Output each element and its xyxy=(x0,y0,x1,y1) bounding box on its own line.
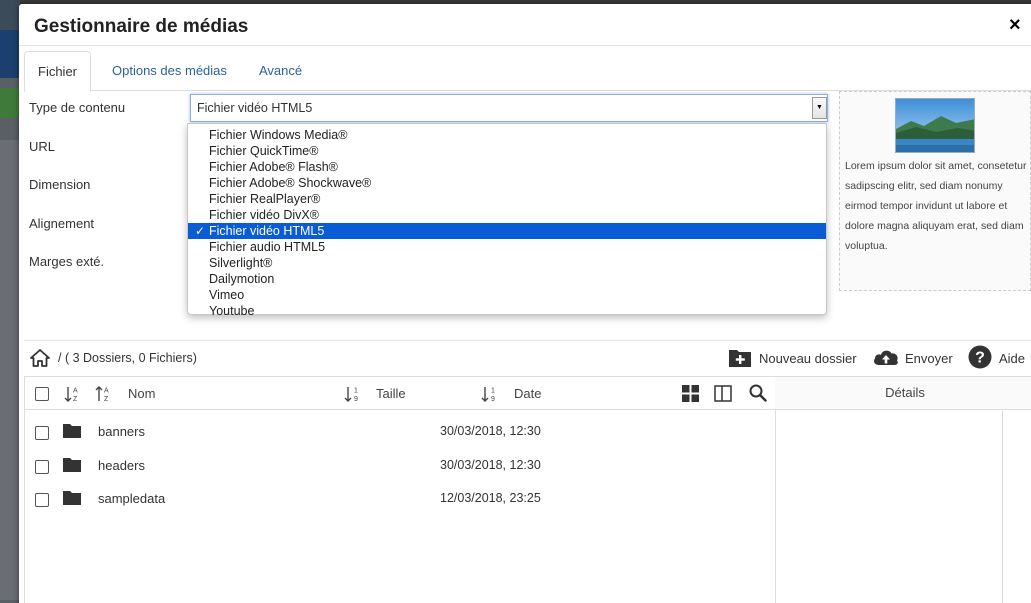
breadcrumb: / ( 3 Dossiers, 0 Fichiers) Nouveau doss… xyxy=(24,341,1031,377)
svg-text:1: 1 xyxy=(354,388,358,395)
svg-text:A: A xyxy=(104,388,109,395)
row-checkbox[interactable] xyxy=(35,426,49,440)
dropdown-option[interactable]: Fichier Windows Media® xyxy=(188,127,826,143)
check-icon: ✓ xyxy=(195,224,206,238)
sort-desc-icon[interactable]: A Z xyxy=(95,385,113,403)
dimension-label: Dimension xyxy=(29,177,91,192)
dropdown-option[interactable]: Fichier QuickTime® xyxy=(188,143,826,159)
folder-plus-icon xyxy=(729,350,751,367)
dropdown-option[interactable]: Fichier RealPlayer® xyxy=(188,191,826,207)
new-folder-label: Nouveau dossier xyxy=(759,351,857,366)
dropdown-option[interactable]: Fichier audio HTML5 xyxy=(188,239,826,255)
svg-text:?: ? xyxy=(975,350,985,367)
details-title: Détails xyxy=(885,385,925,400)
dropdown-option[interactable]: Fichier Adobe® Shockwave® xyxy=(188,175,826,191)
tab-bar: Fichier Options des médias Avancé xyxy=(24,51,1031,92)
details-header: Détails xyxy=(775,377,1031,410)
details-panel: Détails xyxy=(775,376,1031,603)
media-manager-dialog: Gestionnaire de médias × Fichier Options… xyxy=(19,4,1031,603)
file-name: banners xyxy=(98,424,145,439)
details-divider xyxy=(1002,410,1003,603)
background-page xyxy=(0,0,20,603)
file-name: sampledata xyxy=(98,491,166,506)
tab-fichier[interactable]: Fichier xyxy=(24,51,92,92)
folder-icon xyxy=(63,424,81,438)
media-preview: Lorem ipsum dolor sit amet, consetetur s… xyxy=(839,91,1031,291)
background-strip xyxy=(0,88,20,118)
home-icon[interactable] xyxy=(30,348,50,368)
svg-text:9: 9 xyxy=(354,396,358,403)
sort-numeric-icon[interactable]: 1 9 xyxy=(481,385,499,403)
file-date: 30/03/2018, 12:30 xyxy=(440,424,541,438)
margins-label: Marges exté. xyxy=(29,254,105,269)
file-date: 30/03/2018, 12:30 xyxy=(440,458,541,472)
file-browser: / ( 3 Dossiers, 0 Fichiers) Nouveau doss… xyxy=(24,340,1031,603)
background-strip xyxy=(0,140,20,600)
url-label: URL xyxy=(29,139,56,154)
row-checkbox[interactable] xyxy=(35,460,49,474)
upload-button[interactable]: Envoyer xyxy=(872,346,962,372)
content-type-select[interactable]: Fichier vidéo HTML5 ▼ xyxy=(190,94,828,122)
sort-numeric-icon[interactable]: 1 9 xyxy=(344,385,362,403)
content-type-label: Type de contenu xyxy=(29,100,126,115)
background-strip xyxy=(0,30,20,78)
table-row[interactable]: banners 30/03/2018, 12:30 xyxy=(25,416,775,449)
cloud-upload-icon xyxy=(874,350,898,365)
dropdown-option[interactable]: Fichier vidéo DivX® xyxy=(188,207,826,223)
breadcrumb-path: / ( 3 Dossiers, 0 Fichiers) xyxy=(58,351,197,365)
svg-text:A: A xyxy=(73,388,78,395)
dropdown-option[interactable]: Silverlight® xyxy=(188,255,826,271)
dropdown-option-selected[interactable]: ✓ Fichier vidéo HTML5 xyxy=(188,223,826,239)
tab-avance[interactable]: Avancé xyxy=(246,51,315,91)
preview-text: Lorem ipsum dolor sit amet, consetetur s… xyxy=(845,160,1027,252)
modal-header: Gestionnaire de médias × xyxy=(19,4,1031,46)
tab-options-medias[interactable]: Options des médias xyxy=(99,51,240,91)
upload-label: Envoyer xyxy=(905,351,953,366)
help-button[interactable]: ? Aide xyxy=(968,345,1030,372)
file-name: headers xyxy=(98,458,145,473)
search-icon[interactable] xyxy=(749,384,767,402)
grid-view-icon[interactable] xyxy=(682,385,699,402)
dropdown-option-label: Fichier vidéo HTML5 xyxy=(209,224,325,238)
select-all-checkbox[interactable] xyxy=(35,387,49,401)
column-date-header[interactable]: Date xyxy=(514,386,541,401)
svg-text:1: 1 xyxy=(491,388,495,395)
columns-view-icon[interactable] xyxy=(714,385,732,402)
help-icon: ? xyxy=(968,345,992,369)
dropdown-option[interactable]: Dailymotion xyxy=(188,271,826,287)
background-strip xyxy=(0,0,20,30)
help-label: Aide xyxy=(999,351,1026,366)
content-type-dropdown: Fichier Windows Media® Fichier QuickTime… xyxy=(187,123,827,318)
folder-icon xyxy=(63,458,81,472)
column-size-header[interactable]: Taille xyxy=(376,386,406,401)
new-folder-button[interactable]: Nouveau dossier xyxy=(728,346,868,372)
svg-text:9: 9 xyxy=(491,396,495,403)
dropdown-option[interactable]: Fichier Adobe® Flash® xyxy=(188,159,826,175)
table-row[interactable]: sampledata 12/03/2018, 23:25 xyxy=(25,483,775,516)
dropdown-option[interactable]: Vimeo xyxy=(188,287,826,303)
svg-text:Z: Z xyxy=(104,396,109,403)
modal-title: Gestionnaire de médias xyxy=(34,16,249,37)
preview-image xyxy=(895,98,975,153)
table-row[interactable]: headers 30/03/2018, 12:30 xyxy=(25,450,775,483)
column-name-header[interactable]: Nom xyxy=(128,386,155,401)
dropdown-option[interactable]: Youtube xyxy=(188,303,826,319)
close-button[interactable]: × xyxy=(1009,15,1021,35)
content-type-value: Fichier vidéo HTML5 xyxy=(197,101,313,115)
svg-text:Z: Z xyxy=(73,396,78,403)
alignment-label: Alignement xyxy=(29,216,95,231)
file-list-header: A Z A Z Nom 1 9 Taille 1 9 Date xyxy=(25,377,775,410)
file-date: 12/03/2018, 23:25 xyxy=(440,491,541,505)
row-checkbox[interactable] xyxy=(35,493,49,507)
folder-icon xyxy=(63,491,81,505)
file-list: A Z A Z Nom 1 9 Taille 1 9 Date banners … xyxy=(24,376,776,603)
dropdown-arrow-icon[interactable]: ▼ xyxy=(812,97,827,119)
sort-asc-icon[interactable]: A Z xyxy=(64,385,82,403)
